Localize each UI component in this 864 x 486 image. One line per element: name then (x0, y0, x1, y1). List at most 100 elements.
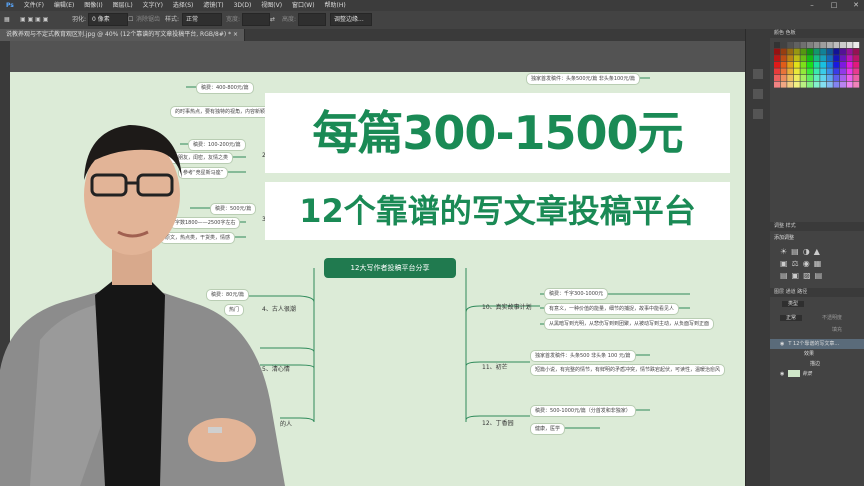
color-swatch[interactable] (840, 81, 846, 88)
color-swatch[interactable] (774, 42, 780, 48)
layer-visibility-icon[interactable]: ◉ (780, 371, 784, 377)
color-swatch[interactable] (774, 61, 780, 68)
layer-name[interactable]: 12个靠谱的写文章... (793, 341, 839, 347)
stroke-effect[interactable]: 描边 (810, 361, 820, 367)
color-swatch[interactable] (833, 61, 840, 68)
color-swatch[interactable] (820, 48, 827, 55)
color-swatch[interactable] (780, 55, 787, 62)
color-swatch[interactable] (840, 75, 846, 81)
menu-layer[interactable]: 图层(L) (113, 0, 133, 11)
color-swatch[interactable] (813, 81, 820, 88)
color-swatch[interactable] (800, 42, 807, 48)
color-swatch[interactable] (853, 75, 860, 81)
color-swatch[interactable] (774, 55, 780, 62)
blend-mode-select[interactable]: 正常 (780, 315, 803, 321)
color-swatch[interactable] (833, 81, 840, 88)
mindmap-node[interactable]: 有意义，一种价值的能量，细节的捕捉，故事中能看见人 (544, 303, 680, 315)
color-swatch[interactable] (787, 55, 794, 62)
adjustment-icons[interactable]: ☀▤◑▲ ▣⚖◉▦ ▤▣▨▤ (770, 244, 864, 284)
color-swatch[interactable] (833, 75, 840, 81)
color-swatch[interactable] (787, 42, 794, 48)
layer-kind-filter[interactable]: 类型 (782, 301, 805, 307)
color-swatch[interactable] (840, 61, 846, 68)
color-swatch[interactable] (813, 42, 820, 48)
color-swatch[interactable] (787, 81, 794, 88)
color-swatch[interactable] (807, 68, 813, 75)
color-swatch[interactable] (826, 48, 833, 55)
color-swatch[interactable] (840, 68, 846, 75)
color-swatch[interactable] (826, 55, 833, 62)
tab-color[interactable]: 颜色 (774, 30, 784, 36)
color-swatch[interactable] (833, 48, 840, 55)
color-swatch[interactable] (846, 55, 853, 62)
color-swatch[interactable] (853, 42, 860, 48)
color-swatch[interactable] (833, 55, 840, 62)
color-swatch[interactable] (813, 48, 820, 55)
swap-icon[interactable]: ⇄ (270, 11, 275, 29)
marquee-tool-icon[interactable]: ▦ (4, 11, 10, 29)
menu-file[interactable]: 文件(F) (24, 0, 44, 11)
color-swatch[interactable] (774, 68, 780, 75)
color-swatch[interactable] (793, 61, 800, 68)
mindmap-node[interactable]: 稿费：400-800元/篇 (196, 82, 254, 94)
document-tab[interactable]: 说教养观与不定式教育观区别.jpg @ 40% (12个靠谱的写文章投稿平台, … (0, 29, 246, 41)
swatches-grid[interactable] (770, 38, 864, 108)
color-swatch[interactable] (813, 61, 820, 68)
color-swatch[interactable] (787, 75, 794, 81)
refine-edge-button[interactable]: 调整边缘... (330, 13, 372, 26)
color-swatch[interactable] (793, 81, 800, 88)
color-swatch[interactable] (800, 75, 807, 81)
mindmap-node[interactable]: 独家首发稿件：头条500元/篇 非头条100元/篇 (526, 73, 641, 85)
maximize-icon[interactable]: □ (826, 0, 842, 11)
properties-icon[interactable] (753, 89, 763, 99)
color-swatch[interactable] (846, 42, 853, 48)
color-swatch[interactable] (800, 61, 807, 68)
color-swatch[interactable] (787, 61, 794, 68)
color-swatch[interactable] (846, 61, 853, 68)
color-swatch[interactable] (793, 42, 800, 48)
color-swatch[interactable] (800, 68, 807, 75)
color-swatch[interactable] (807, 42, 813, 48)
mindmap-node[interactable]: 短篇小说，有完整的情节，有鲜明的矛盾冲突，情节跌宕起伏，可读性，温暖治愈风 (530, 364, 726, 376)
color-swatch[interactable] (787, 68, 794, 75)
color-swatch[interactable] (826, 81, 833, 88)
color-swatch[interactable] (853, 61, 860, 68)
color-swatch[interactable] (840, 55, 846, 62)
color-swatch[interactable] (826, 42, 833, 48)
menu-edit[interactable]: 编辑(E) (54, 0, 74, 11)
color-swatch[interactable] (826, 61, 833, 68)
character-icon[interactable] (753, 109, 763, 119)
color-swatch[interactable] (774, 81, 780, 88)
mindmap-node[interactable]: 稿费：千字300-1000元 (544, 288, 609, 300)
color-swatch[interactable] (846, 81, 853, 88)
color-swatch[interactable] (846, 75, 853, 81)
height-input[interactable] (298, 13, 326, 26)
tab-layers[interactable]: 图层 (774, 289, 784, 295)
color-swatch[interactable] (780, 61, 787, 68)
color-swatch[interactable] (840, 48, 846, 55)
menu-help[interactable]: 帮助(H) (325, 0, 346, 11)
mindmap-center-node[interactable]: 12大写作者投稿平台分享 (324, 258, 456, 278)
color-swatch[interactable] (793, 75, 800, 81)
color-swatch[interactable] (820, 68, 827, 75)
menu-3d[interactable]: 3D(D) (234, 0, 252, 11)
mindmap-node[interactable]: 健康，医学 (530, 423, 566, 435)
background-layer-name[interactable]: 背景 (802, 371, 812, 377)
color-swatch[interactable] (807, 48, 813, 55)
color-swatch[interactable] (853, 48, 860, 55)
color-swatch[interactable] (780, 48, 787, 55)
color-swatch[interactable] (846, 68, 853, 75)
tab-paths[interactable]: 路径 (797, 289, 807, 295)
color-swatch[interactable] (793, 55, 800, 62)
width-input[interactable] (242, 13, 270, 26)
tab-adjustments[interactable]: 调整 (774, 223, 784, 229)
selection-mode-icons[interactable]: ▣ ▣ ▣ ▣ (20, 11, 48, 29)
mindmap-node[interactable]: 独家首发稿件：头条500 非头条 100 元/篇 (530, 350, 636, 362)
color-swatch[interactable] (820, 42, 827, 48)
antialias-checkbox[interactable]: ☐ (128, 11, 133, 29)
color-swatch[interactable] (853, 55, 860, 62)
color-swatch[interactable] (813, 75, 820, 81)
color-swatch[interactable] (780, 68, 787, 75)
color-swatch[interactable] (800, 48, 807, 55)
close-icon[interactable]: ✕ (848, 0, 864, 11)
